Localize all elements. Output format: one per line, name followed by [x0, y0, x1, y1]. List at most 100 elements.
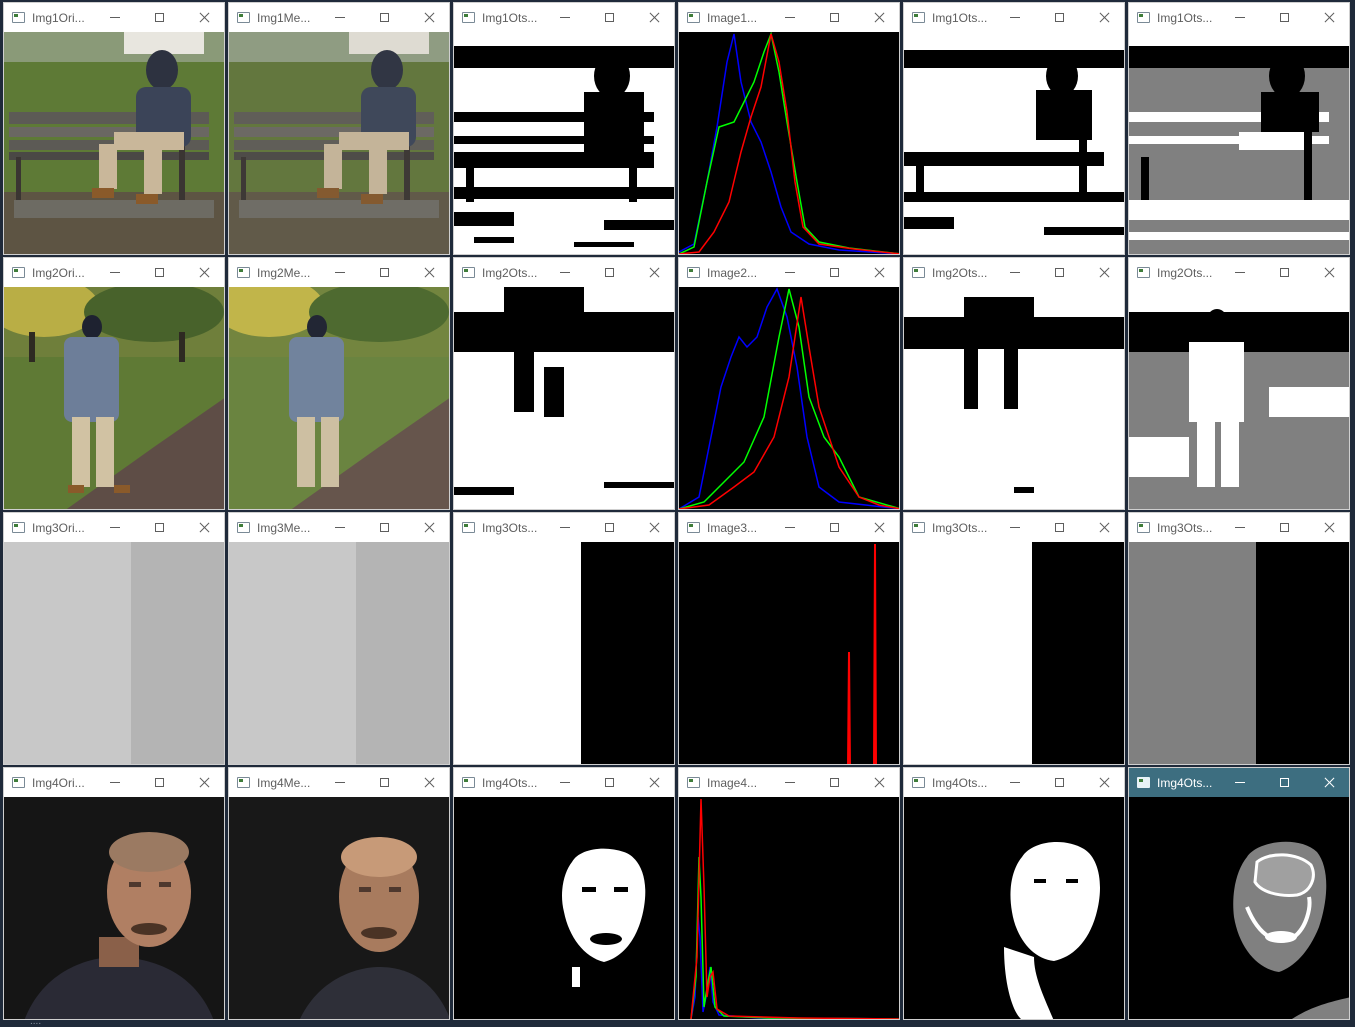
maximize-icon[interactable] [1037, 3, 1082, 32]
window-image2-histogram[interactable]: Image2... [678, 257, 900, 510]
window-img2-original[interactable]: Img2Ori... [3, 257, 225, 510]
close-icon[interactable] [857, 3, 899, 32]
window-img1-otsu-2[interactable]: Img1Ots... [903, 2, 1125, 255]
titlebar[interactable]: Img3Ots... [1129, 513, 1349, 542]
maximize-icon[interactable] [1037, 768, 1082, 797]
close-icon[interactable] [1307, 768, 1349, 797]
window-img2-otsu-3[interactable]: Img2Ots... [1128, 257, 1350, 510]
minimize-icon[interactable] [1217, 513, 1262, 542]
minimize-icon[interactable] [767, 3, 812, 32]
maximize-icon[interactable] [362, 3, 407, 32]
minimize-icon[interactable] [1217, 768, 1262, 797]
minimize-icon[interactable] [92, 258, 137, 287]
maximize-icon[interactable] [137, 768, 182, 797]
titlebar[interactable]: Img1Ots... [904, 3, 1124, 32]
window-image1-histogram[interactable]: Image1... [678, 2, 900, 255]
maximize-icon[interactable] [1037, 258, 1082, 287]
minimize-icon[interactable] [767, 768, 812, 797]
close-icon[interactable] [407, 258, 449, 287]
minimize-icon[interactable] [92, 3, 137, 32]
window-img1-otsu[interactable]: Img1Ots... [453, 2, 675, 255]
window-img4-otsu[interactable]: Img4Ots... [453, 767, 675, 1020]
window-img3-otsu-3[interactable]: Img3Ots... [1128, 512, 1350, 765]
window-image4-histogram[interactable]: Image4... [678, 767, 900, 1020]
maximize-icon[interactable] [362, 513, 407, 542]
close-icon[interactable] [1307, 513, 1349, 542]
minimize-icon[interactable] [992, 258, 1037, 287]
window-img3-otsu[interactable]: Img3Ots... [453, 512, 675, 765]
titlebar[interactable]: Img2Ori... [4, 258, 224, 287]
maximize-icon[interactable] [137, 3, 182, 32]
maximize-icon[interactable] [1037, 513, 1082, 542]
titlebar[interactable]: Img4Ots... [454, 768, 674, 797]
close-icon[interactable] [857, 258, 899, 287]
titlebar[interactable]: Img2Ots... [454, 258, 674, 287]
close-icon[interactable] [1082, 513, 1124, 542]
maximize-icon[interactable] [1262, 513, 1307, 542]
titlebar[interactable]: Img4Ots... [904, 768, 1124, 797]
window-img2-mean[interactable]: Img2Me... [228, 257, 450, 510]
maximize-icon[interactable] [362, 258, 407, 287]
minimize-icon[interactable] [317, 258, 362, 287]
minimize-icon[interactable] [92, 768, 137, 797]
titlebar[interactable]: Img1Me... [229, 3, 449, 32]
titlebar[interactable]: Img1Ori... [4, 3, 224, 32]
minimize-icon[interactable] [542, 3, 587, 32]
close-icon[interactable] [857, 513, 899, 542]
window-img3-mean[interactable]: Img3Me... [228, 512, 450, 765]
titlebar[interactable]: Img3Ori... [4, 513, 224, 542]
minimize-icon[interactable] [1217, 258, 1262, 287]
maximize-icon[interactable] [137, 513, 182, 542]
minimize-icon[interactable] [317, 513, 362, 542]
maximize-icon[interactable] [1262, 258, 1307, 287]
titlebar[interactable]: Img3Me... [229, 513, 449, 542]
maximize-icon[interactable] [812, 258, 857, 287]
minimize-icon[interactable] [542, 513, 587, 542]
maximize-icon[interactable] [587, 768, 632, 797]
minimize-icon[interactable] [92, 513, 137, 542]
close-icon[interactable] [182, 3, 224, 32]
titlebar[interactable]: Img2Me... [229, 258, 449, 287]
close-icon[interactable] [1082, 768, 1124, 797]
minimize-icon[interactable] [992, 768, 1037, 797]
close-icon[interactable] [857, 768, 899, 797]
close-icon[interactable] [632, 513, 674, 542]
titlebar[interactable]: Img4Ots... [1129, 768, 1349, 797]
window-img4-mean[interactable]: Img4Me... [228, 767, 450, 1020]
window-img2-otsu-2[interactable]: Img2Ots... [903, 257, 1125, 510]
titlebar[interactable]: Img3Ots... [904, 513, 1124, 542]
titlebar[interactable]: Img3Ots... [454, 513, 674, 542]
titlebar[interactable]: Img1Ots... [1129, 3, 1349, 32]
titlebar[interactable]: Image3... [679, 513, 899, 542]
close-icon[interactable] [182, 258, 224, 287]
minimize-icon[interactable] [767, 258, 812, 287]
close-icon[interactable] [1307, 258, 1349, 287]
close-icon[interactable] [1082, 3, 1124, 32]
maximize-icon[interactable] [812, 3, 857, 32]
maximize-icon[interactable] [587, 513, 632, 542]
close-icon[interactable] [182, 513, 224, 542]
titlebar[interactable]: Img2Ots... [904, 258, 1124, 287]
maximize-icon[interactable] [812, 513, 857, 542]
close-icon[interactable] [632, 768, 674, 797]
maximize-icon[interactable] [1262, 768, 1307, 797]
minimize-icon[interactable] [767, 513, 812, 542]
close-icon[interactable] [407, 513, 449, 542]
minimize-icon[interactable] [992, 3, 1037, 32]
window-img4-otsu-3[interactable]: Img4Ots... [1128, 767, 1350, 1020]
titlebar[interactable]: Image2... [679, 258, 899, 287]
minimize-icon[interactable] [992, 513, 1037, 542]
close-icon[interactable] [407, 3, 449, 32]
maximize-icon[interactable] [362, 768, 407, 797]
close-icon[interactable] [632, 258, 674, 287]
minimize-icon[interactable] [317, 768, 362, 797]
close-icon[interactable] [1082, 258, 1124, 287]
titlebar[interactable]: Image4... [679, 768, 899, 797]
minimize-icon[interactable] [542, 258, 587, 287]
maximize-icon[interactable] [587, 3, 632, 32]
window-img3-otsu-2[interactable]: Img3Ots... [903, 512, 1125, 765]
minimize-icon[interactable] [1217, 3, 1262, 32]
minimize-icon[interactable] [542, 768, 587, 797]
titlebar[interactable]: Img2Ots... [1129, 258, 1349, 287]
titlebar[interactable]: Img1Ots... [454, 3, 674, 32]
